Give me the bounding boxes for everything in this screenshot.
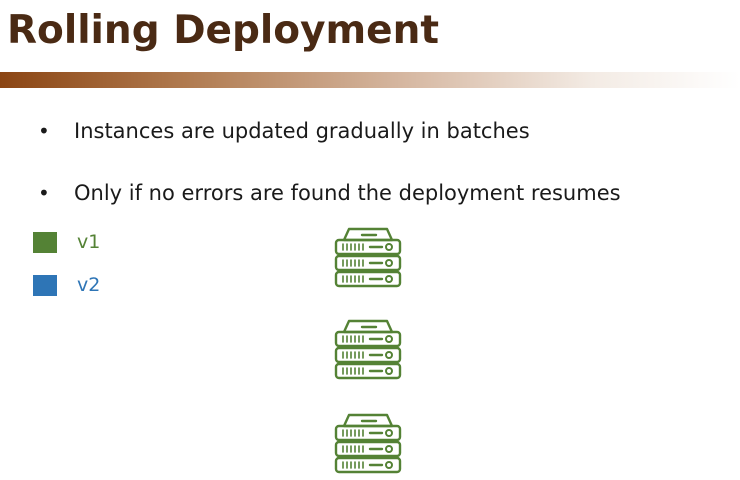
legend-label-v2: v2 bbox=[77, 274, 101, 296]
bullet-list: • Instances are updated gradually in bat… bbox=[38, 118, 621, 206]
server-rack-icon bbox=[334, 319, 402, 380]
bullet-marker: • bbox=[38, 119, 50, 143]
slide-title: Rolling Deployment bbox=[7, 8, 440, 53]
bullet-text: Instances are updated gradually in batch… bbox=[74, 119, 530, 143]
legend-label-v1: v1 bbox=[77, 231, 101, 253]
server-rack-icon bbox=[334, 413, 402, 474]
legend-swatch-v1 bbox=[33, 232, 57, 253]
bullet-item: • Instances are updated gradually in bat… bbox=[38, 118, 621, 144]
legend-swatch-v2 bbox=[33, 275, 57, 296]
bullet-item: • Only if no errors are found the deploy… bbox=[38, 180, 621, 206]
title-underline-bar bbox=[0, 72, 740, 88]
bullet-marker: • bbox=[38, 181, 50, 205]
bullet-text: Only if no errors are found the deployme… bbox=[74, 181, 621, 205]
server-rack-icon bbox=[334, 227, 402, 288]
